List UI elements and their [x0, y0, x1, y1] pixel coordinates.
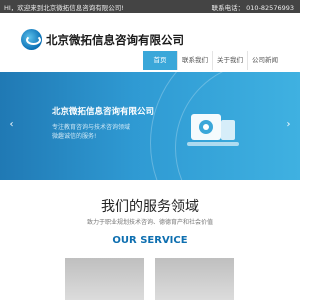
services-title-en: OUR SERVICE: [112, 235, 188, 246]
services-subtitle: 致力于职业规划技术咨询、德德育产和社会价值: [86, 219, 213, 226]
site-header: 北京微拓信息咨询有限公司: [0, 13, 300, 53]
service-card-image: [65, 258, 144, 300]
main-nav: 首页 联系我们 关于我们 公司新闻: [143, 51, 282, 70]
nav-item-about[interactable]: 关于我们: [212, 51, 247, 70]
nav-item-home[interactable]: 首页: [143, 51, 177, 70]
service-card-image: [155, 258, 234, 300]
company-logo-icon[interactable]: [21, 29, 42, 50]
next-slide-icon[interactable]: ›: [283, 119, 294, 130]
nav-item-contact[interactable]: 联系我们: [177, 51, 212, 70]
hero-banner: [0, 72, 300, 180]
service-card[interactable]: [155, 258, 234, 300]
hotline-text: 联系电话： 010-82576993: [211, 4, 294, 12]
prev-slide-icon[interactable]: ‹: [6, 119, 17, 130]
service-card[interactable]: [65, 258, 144, 300]
services-title: 我们的服务领域: [101, 199, 199, 215]
nav-item-news[interactable]: 公司新闻: [247, 51, 282, 70]
banner-title: 北京微拓信息咨询有限公司: [52, 107, 155, 117]
company-name[interactable]: 北京微拓信息咨询有限公司: [46, 32, 184, 48]
welcome-text: HI，欢迎来到北京微拓信息咨询有限公司!: [4, 4, 124, 12]
top-bar: HI，欢迎来到北京微拓信息咨询有限公司! 联系电话： 010-82576993: [0, 0, 300, 13]
banner-device-illustration-icon: [187, 114, 239, 146]
banner-line-1: 专注教育咨询与技术咨询领域: [52, 124, 131, 131]
banner-line-2: 微趣诚信的服务!: [52, 133, 97, 140]
